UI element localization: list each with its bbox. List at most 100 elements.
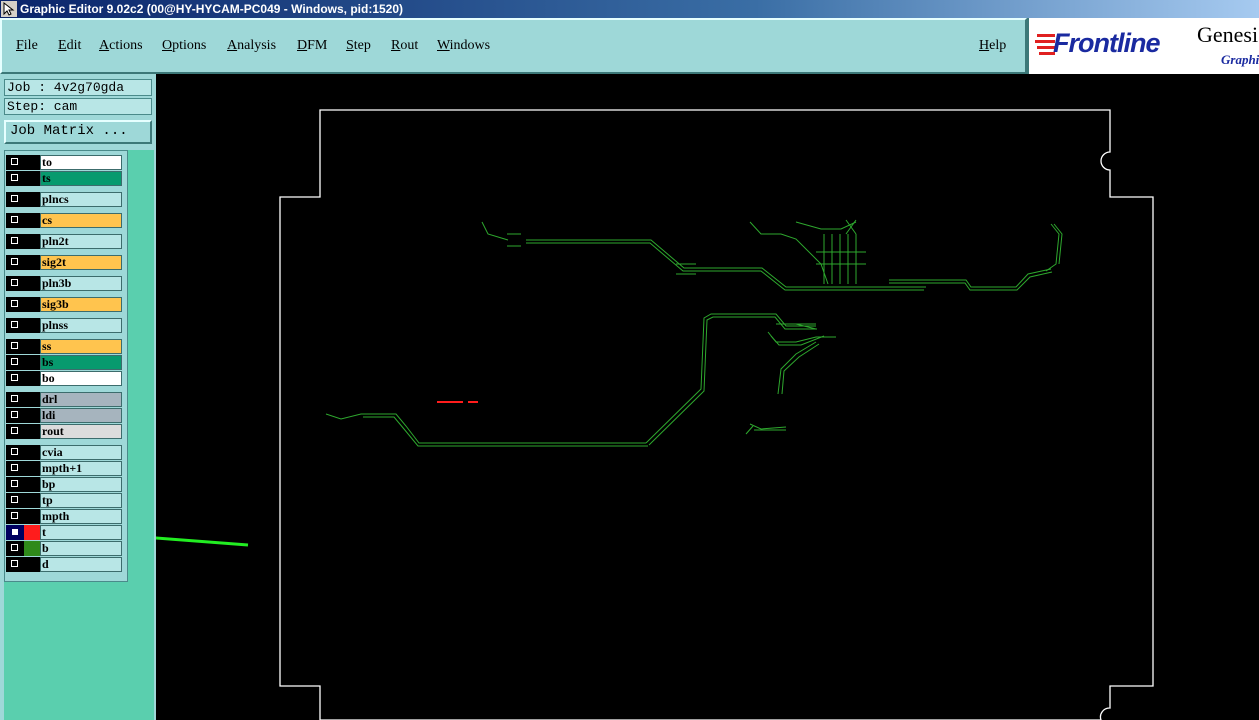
menu-step[interactable]: Step <box>346 38 371 54</box>
menu-help[interactable]: Help <box>979 38 1006 54</box>
layer-checkbox[interactable] <box>6 213 24 228</box>
layer-name[interactable]: mpth+1 <box>40 461 122 476</box>
layer-display-swatch[interactable] <box>24 171 40 186</box>
layer-checkbox[interactable] <box>6 371 24 386</box>
layer-row-cvia[interactable]: cvia <box>6 445 124 460</box>
layer-display-swatch[interactable] <box>24 392 40 407</box>
layer-scroll-strip[interactable] <box>128 150 154 720</box>
layer-display-swatch[interactable] <box>24 493 40 508</box>
layer-name[interactable]: pln3b <box>40 276 122 291</box>
layer-name[interactable]: rout <box>40 424 122 439</box>
layer-checkbox[interactable] <box>6 557 24 572</box>
layer-row-plnss[interactable]: plnss <box>6 318 124 333</box>
layer-checkbox[interactable] <box>6 392 24 407</box>
layer-row-to[interactable]: to <box>6 155 124 170</box>
menu-file[interactable]: File <box>16 38 38 54</box>
layer-name[interactable]: t <box>40 525 122 540</box>
job-matrix-button[interactable]: Job Matrix ... <box>4 120 152 144</box>
layer-name[interactable]: bp <box>40 477 122 492</box>
layer-display-swatch[interactable] <box>24 461 40 476</box>
layer-name[interactable]: sig3b <box>40 297 122 312</box>
layer-display-swatch[interactable] <box>24 509 40 524</box>
layer-row-pln2t[interactable]: pln2t <box>6 234 124 249</box>
layer-name[interactable]: pln2t <box>40 234 122 249</box>
layer-row-mpth[interactable]: mpth <box>6 509 124 524</box>
layer-row-sig3b[interactable]: sig3b <box>6 297 124 312</box>
layer-display-swatch[interactable] <box>24 541 40 556</box>
layer-display-swatch[interactable] <box>24 297 40 312</box>
layer-display-swatch[interactable] <box>24 525 40 540</box>
layer-display-swatch[interactable] <box>24 318 40 333</box>
layer-row-bs[interactable]: bs <box>6 355 124 370</box>
menu-actions[interactable]: Actions <box>99 38 143 54</box>
layer-row-t[interactable]: t <box>6 525 124 540</box>
layer-display-swatch[interactable] <box>24 445 40 460</box>
layer-display-swatch[interactable] <box>24 371 40 386</box>
layer-display-swatch[interactable] <box>24 276 40 291</box>
layer-name[interactable]: ldi <box>40 408 122 423</box>
menu-edit[interactable]: Edit <box>58 38 81 54</box>
layer-display-swatch[interactable] <box>24 557 40 572</box>
layer-display-swatch[interactable] <box>24 424 40 439</box>
layer-checkbox[interactable] <box>6 339 24 354</box>
layer-checkbox[interactable] <box>6 255 24 270</box>
menu-options[interactable]: Options <box>162 38 206 54</box>
menu-analysis[interactable]: Analysis <box>227 38 276 54</box>
layer-name[interactable]: mpth <box>40 509 122 524</box>
layer-name[interactable]: b <box>40 541 122 556</box>
layer-checkbox[interactable] <box>6 424 24 439</box>
layer-checkbox[interactable] <box>6 234 24 249</box>
layer-name[interactable]: tp <box>40 493 122 508</box>
layer-display-swatch[interactable] <box>24 155 40 170</box>
menu-rout[interactable]: Rout <box>391 38 418 54</box>
layer-checkbox[interactable] <box>6 355 24 370</box>
layer-name[interactable]: cvia <box>40 445 122 460</box>
layer-display-swatch[interactable] <box>24 255 40 270</box>
layer-checkbox[interactable] <box>6 509 24 524</box>
layer-name[interactable]: plnss <box>40 318 122 333</box>
layer-display-swatch[interactable] <box>24 192 40 207</box>
layer-display-swatch[interactable] <box>24 477 40 492</box>
layer-row-pln3b[interactable]: pln3b <box>6 276 124 291</box>
layer-display-swatch[interactable] <box>24 408 40 423</box>
layer-name[interactable]: drl <box>40 392 122 407</box>
layer-row-plncs[interactable]: plncs <box>6 192 124 207</box>
layer-checkbox[interactable] <box>6 297 24 312</box>
layer-name[interactable]: ts <box>40 171 122 186</box>
layer-row-drl[interactable]: drl <box>6 392 124 407</box>
layer-checkbox[interactable] <box>6 461 24 476</box>
layer-name[interactable]: cs <box>40 213 122 228</box>
layer-display-swatch[interactable] <box>24 213 40 228</box>
layer-checkbox[interactable] <box>6 171 24 186</box>
layer-row-sig2t[interactable]: sig2t <box>6 255 124 270</box>
layer-checkbox[interactable] <box>6 276 24 291</box>
menu-windows[interactable]: Windows <box>437 38 490 54</box>
layer-row-b[interactable]: b <box>6 541 124 556</box>
layer-name[interactable]: sig2t <box>40 255 122 270</box>
layer-name[interactable]: plncs <box>40 192 122 207</box>
layer-display-swatch[interactable] <box>24 355 40 370</box>
layer-name[interactable]: d <box>40 557 122 572</box>
layer-row-bp[interactable]: bp <box>6 477 124 492</box>
layer-row-ts[interactable]: ts <box>6 171 124 186</box>
layer-name[interactable]: to <box>40 155 122 170</box>
layer-checkbox[interactable] <box>6 155 24 170</box>
layer-checkbox[interactable] <box>6 541 24 556</box>
layer-checkbox[interactable] <box>6 525 24 540</box>
layer-row-cs[interactable]: cs <box>6 213 124 228</box>
menu-dfm[interactable]: DFM <box>297 38 327 54</box>
layer-name[interactable]: bo <box>40 371 122 386</box>
graphic-canvas[interactable] <box>156 74 1259 720</box>
layer-checkbox[interactable] <box>6 192 24 207</box>
layer-checkbox[interactable] <box>6 445 24 460</box>
layer-checkbox[interactable] <box>6 493 24 508</box>
layer-row-mpth-1[interactable]: mpth+1 <box>6 461 124 476</box>
layer-name[interactable]: ss <box>40 339 122 354</box>
layer-row-ss[interactable]: ss <box>6 339 124 354</box>
layer-checkbox[interactable] <box>6 318 24 333</box>
layer-row-rout[interactable]: rout <box>6 424 124 439</box>
layer-row-ldi[interactable]: ldi <box>6 408 124 423</box>
layer-checkbox[interactable] <box>6 408 24 423</box>
layer-name[interactable]: bs <box>40 355 122 370</box>
layer-row-bo[interactable]: bo <box>6 371 124 386</box>
